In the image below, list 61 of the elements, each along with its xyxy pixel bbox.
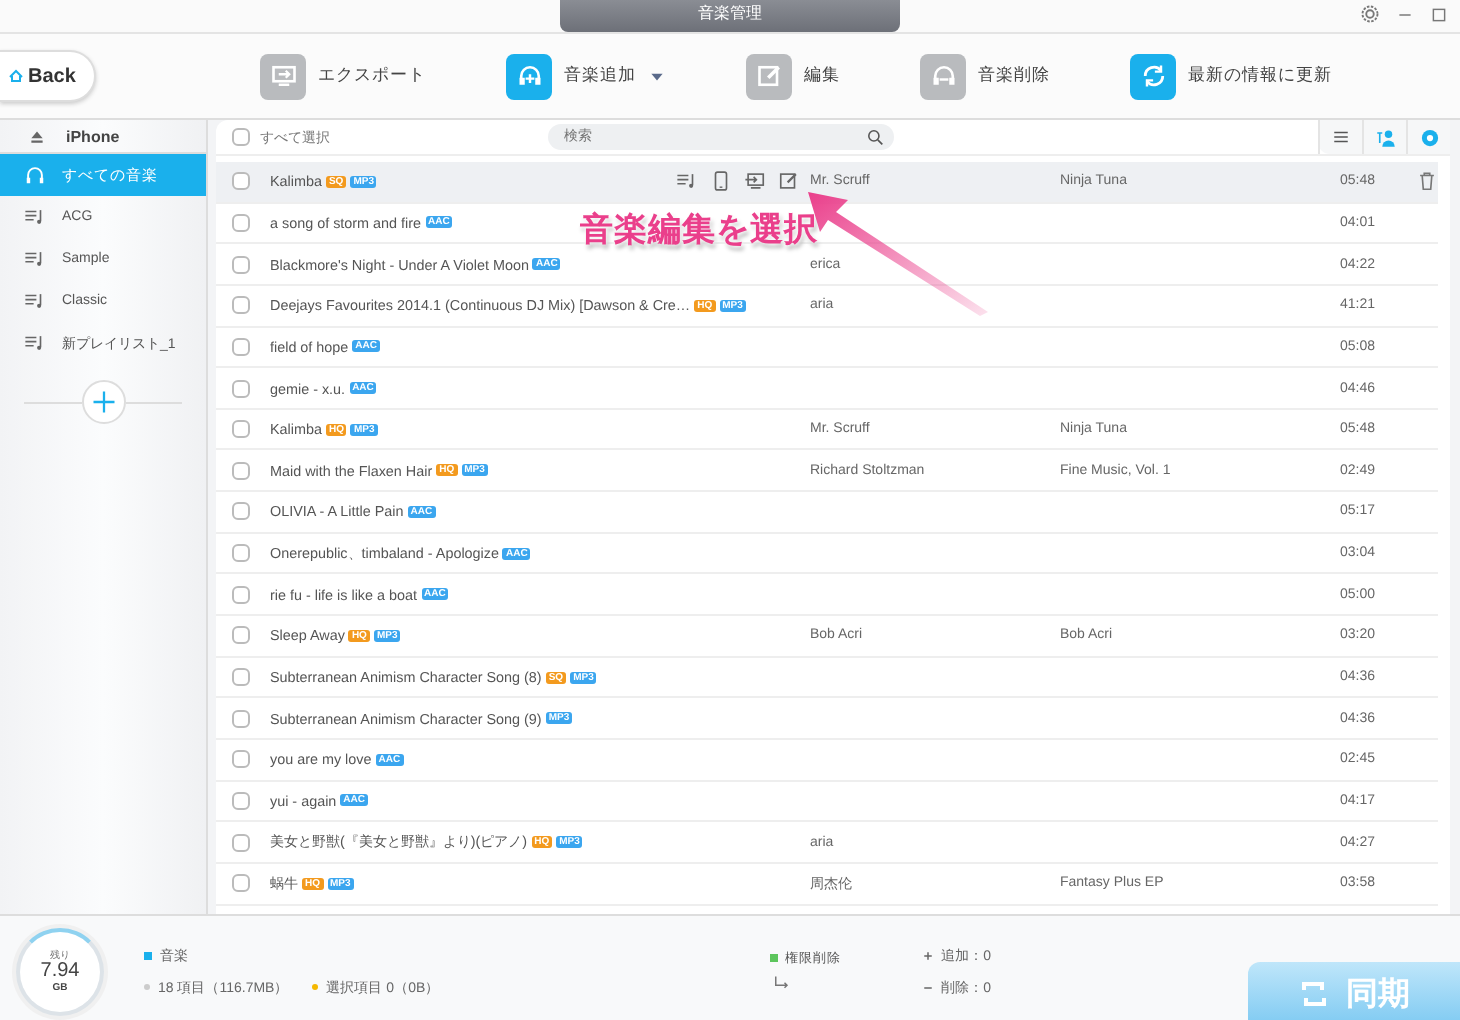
add-playlist-button[interactable] [81, 380, 125, 424]
export-icon [744, 170, 766, 193]
checkbox[interactable] [232, 585, 250, 604]
list-icon [1332, 128, 1350, 146]
checkbox[interactable] [232, 750, 250, 769]
refresh-icon [1139, 62, 1167, 90]
home-icon [8, 68, 24, 84]
legend-dot [144, 984, 150, 990]
playlist-icon [24, 206, 46, 228]
to-device-button[interactable] [710, 170, 732, 193]
headphones-icon [24, 164, 46, 186]
settings-icon [1360, 4, 1380, 24]
headphones-minus-icon [929, 62, 957, 90]
checkbox[interactable] [232, 874, 250, 893]
playlist-icon [24, 248, 46, 270]
checkbox[interactable] [232, 213, 250, 232]
add-to-playlist-button[interactable] [676, 170, 698, 193]
checkbox[interactable] [232, 544, 250, 563]
person-icon [1375, 127, 1395, 147]
headphones-plus-icon [515, 62, 543, 90]
checkbox[interactable] [232, 502, 250, 521]
checkbox[interactable] [232, 255, 250, 274]
checkbox[interactable] [232, 337, 250, 356]
plus-icon [89, 388, 117, 416]
return-arrow-icon [769, 973, 794, 993]
checkbox[interactable] [232, 420, 250, 439]
maximize-icon [1430, 5, 1448, 23]
toolbar-button[interactable]: 最新の情報に更新 [1130, 53, 1332, 99]
checkbox[interactable] [232, 172, 250, 191]
plus-icon [921, 949, 934, 961]
trash-icon [1416, 170, 1438, 193]
playlist-icon [24, 332, 46, 354]
minus-icon [921, 981, 934, 993]
checkbox[interactable] [232, 296, 250, 315]
legend-dot [312, 984, 319, 990]
legend-marker [769, 954, 778, 962]
window-title: 音楽管理 [560, 0, 900, 32]
checkbox[interactable] [232, 791, 250, 810]
toolbar-button[interactable]: 音楽追加 [506, 53, 666, 99]
export-icon [269, 62, 297, 90]
checkbox[interactable] [232, 668, 250, 686]
checkbox[interactable] [232, 379, 250, 398]
storage-value: 7.94 [40, 962, 80, 982]
playlist-icon [24, 290, 46, 312]
disc-icon [1419, 127, 1439, 147]
checkbox[interactable] [232, 128, 250, 146]
playlist-icon [676, 170, 698, 193]
edit-icon [778, 170, 800, 193]
checkbox[interactable] [232, 709, 250, 728]
export-button[interactable] [744, 170, 766, 193]
checkbox[interactable] [232, 833, 250, 852]
delete-button[interactable] [1416, 170, 1438, 193]
sync-icon [1298, 978, 1330, 1010]
checkbox[interactable] [232, 461, 250, 480]
edit-button[interactable] [778, 170, 800, 193]
legend-marker [144, 951, 152, 959]
back-button[interactable]: Back [0, 50, 96, 102]
checkbox[interactable] [232, 626, 250, 645]
eject-icon [28, 127, 46, 145]
phone-icon [710, 170, 732, 193]
edit-icon [755, 62, 783, 90]
